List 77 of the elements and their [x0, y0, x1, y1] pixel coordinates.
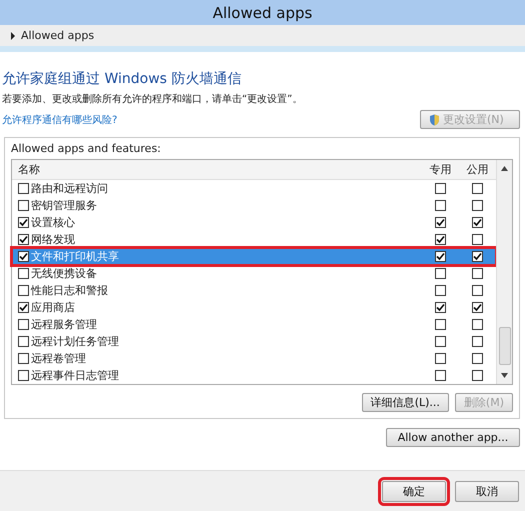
app-name: 密钥管理服务 [31, 198, 97, 213]
private-checkbox[interactable] [435, 234, 446, 245]
scroll-up-icon[interactable] [501, 166, 508, 171]
app-name: 文件和打印机共享 [31, 249, 119, 264]
private-checkbox[interactable] [435, 302, 446, 313]
private-checkbox[interactable] [435, 336, 446, 347]
app-name: 远程卷管理 [31, 351, 86, 366]
column-header[interactable]: 公用 [466, 162, 488, 177]
public-checkbox[interactable] [472, 234, 483, 245]
app-name: 网络发现 [31, 232, 75, 247]
scroll-down-icon[interactable] [501, 373, 508, 378]
app-checkbox[interactable] [18, 251, 29, 262]
private-checkbox[interactable] [435, 353, 446, 364]
app-name: 远程计划任务管理 [31, 334, 119, 349]
app-checkbox[interactable] [18, 183, 29, 194]
public-checkbox[interactable] [472, 336, 483, 347]
app-row[interactable]: 设置核心 [12, 214, 496, 231]
shield-icon [429, 114, 440, 126]
app-checkbox[interactable] [18, 268, 29, 279]
public-checkbox[interactable] [472, 268, 483, 279]
private-checkbox[interactable] [435, 268, 446, 279]
app-checkbox[interactable] [18, 370, 29, 381]
breadcrumb-item[interactable]: Allowed apps [21, 29, 94, 42]
app-checkbox[interactable] [18, 200, 29, 211]
public-checkbox[interactable] [472, 353, 483, 364]
app-name: 远程事件日志管理 [31, 368, 119, 383]
app-checkbox[interactable] [18, 234, 29, 245]
app-checkbox[interactable] [18, 319, 29, 330]
private-checkbox[interactable] [435, 251, 446, 262]
app-row[interactable]: 网络发现 [12, 231, 496, 248]
public-checkbox[interactable] [472, 217, 483, 228]
column-header[interactable]: 名称 [18, 162, 40, 177]
details-button[interactable]: 详细信息(L)... [362, 393, 449, 412]
app-row[interactable]: 性能日志和警报 [12, 282, 496, 299]
column-header[interactable]: 专用 [430, 162, 452, 177]
scroll-thumb[interactable] [498, 327, 510, 365]
app-row[interactable]: 密钥管理服务 [12, 197, 496, 214]
allow-another-app-button[interactable]: Allow another app... [386, 428, 520, 447]
app-checkbox[interactable] [18, 353, 29, 364]
private-checkbox[interactable] [435, 319, 446, 330]
app-row[interactable]: 应用商店 [12, 299, 496, 316]
public-checkbox[interactable] [472, 370, 483, 381]
app-checkbox[interactable] [18, 302, 29, 313]
public-checkbox[interactable] [472, 200, 483, 211]
app-row[interactable]: 远程事件日志管理 [12, 367, 496, 384]
app-checkbox[interactable] [18, 217, 29, 228]
public-checkbox[interactable] [472, 251, 483, 262]
public-checkbox[interactable] [472, 285, 483, 296]
app-row[interactable]: 远程计划任务管理 [12, 333, 496, 350]
app-checkbox[interactable] [18, 285, 29, 296]
app-name: 性能日志和警报 [31, 283, 108, 298]
private-checkbox[interactable] [435, 183, 446, 194]
page-heading: 允许家庭组通过 Windows 防火墙通信 [2, 70, 242, 88]
app-name: 路由和远程访问 [31, 181, 108, 196]
app-row[interactable]: 无线便携设备 [12, 265, 496, 282]
app-name: 设置核心 [31, 215, 75, 230]
private-checkbox[interactable] [435, 370, 446, 381]
public-checkbox[interactable] [472, 183, 483, 194]
app-name: 远程服务管理 [31, 317, 97, 332]
app-name: 应用商店 [31, 300, 75, 315]
group-label: Allowed apps and features: [11, 142, 162, 155]
private-checkbox[interactable] [435, 217, 446, 228]
private-checkbox[interactable] [435, 200, 446, 211]
cancel-button[interactable]: 取消 [455, 480, 519, 502]
app-checkbox[interactable] [18, 336, 29, 347]
scrollbar[interactable] [496, 160, 512, 384]
description-text: 若要添加、更改或删除所有允许的程序和端口，请单击“更改设置”。 [2, 92, 304, 106]
app-row[interactable]: 远程卷管理 [12, 350, 496, 367]
chevron-icon[interactable] [10, 32, 16, 40]
risk-link[interactable]: 允许程序通信有哪些风险? [2, 112, 118, 126]
app-row[interactable]: 路由和远程访问 [12, 180, 496, 197]
window-title: Allowed apps [212, 4, 312, 22]
app-name: 无线便携设备 [31, 266, 97, 281]
private-checkbox[interactable] [435, 285, 446, 296]
app-row[interactable]: 远程服务管理 [12, 316, 496, 333]
public-checkbox[interactable] [472, 302, 483, 313]
public-checkbox[interactable] [472, 319, 483, 330]
